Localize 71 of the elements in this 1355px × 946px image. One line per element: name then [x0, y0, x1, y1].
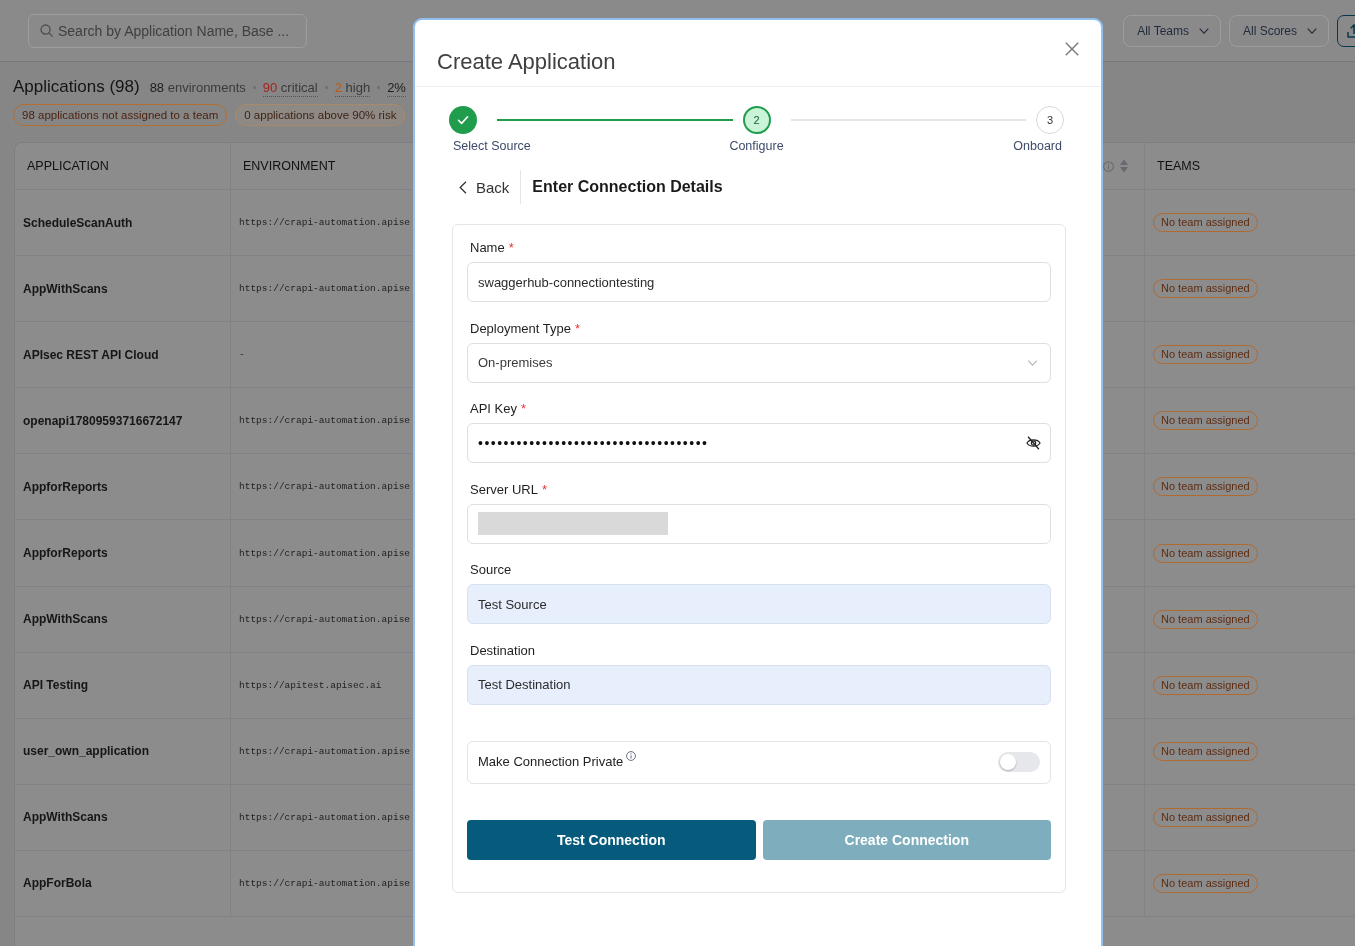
text-field[interactable] — [467, 503, 1051, 544]
field-label: Deployment Type — [470, 320, 571, 337]
step-label: Configure — [729, 138, 784, 154]
text-field[interactable]: Test Destination — [467, 664, 1051, 705]
text-field[interactable]: Test Source — [467, 584, 1051, 625]
filter-dropdown[interactable]: All Scores — [1228, 14, 1329, 47]
application-name: API Testing — [23, 678, 89, 693]
environment-text: https://crapi-automation.apise — [239, 745, 411, 757]
info-icon — [626, 751, 637, 762]
application-name: AppWithScans — [23, 612, 108, 627]
stat-text: 90 critical — [262, 80, 318, 97]
password-field[interactable]: •••••••••••••••••••••••••••••••••••• — [467, 423, 1051, 464]
search-field[interactable]: Search by Application Name, Base ... — [28, 13, 307, 48]
chevron-down-icon — [1307, 27, 1317, 34]
eye-slash-icon[interactable] — [1026, 436, 1041, 451]
environment-text: https://crapi-automation.apise — [239, 415, 411, 427]
required-mark: * — [574, 320, 580, 337]
close-icon — [1065, 42, 1079, 56]
dialog-title: Create Application — [437, 50, 617, 74]
required-mark: * — [508, 240, 514, 256]
chevron-down-icon — [1198, 27, 1209, 34]
environment-text: https://apitest.apisec.ai — [239, 679, 382, 691]
field-label: Destination — [470, 642, 536, 659]
search-icon — [40, 23, 53, 37]
column-header: APPLICATION — [27, 159, 109, 173]
stat-text: 2 high — [334, 80, 371, 97]
summary-badge: 0 applications above 90% risk — [235, 104, 406, 126]
application-name: ScheduleScanAuth — [23, 215, 133, 230]
environment-text: https://crapi-automation.apise — [239, 613, 411, 625]
required-mark: * — [541, 481, 547, 498]
section-title: Enter Connection Details — [532, 178, 723, 196]
step-label: Onboard — [1013, 138, 1062, 154]
stat-text: 2% — [387, 80, 406, 97]
environment-text: https://crapi-automation.apise — [239, 283, 411, 295]
field-label: API Key — [470, 401, 517, 418]
application-name: openapi17809593716672147 — [23, 413, 183, 428]
step-number: 2 — [742, 106, 771, 134]
chevron-down-icon — [1027, 359, 1038, 366]
chevron-left-icon — [459, 180, 467, 194]
application-name: AppforReports — [23, 546, 108, 560]
application-name: AppWithScans — [23, 810, 108, 825]
environment-text: https://crapi-automation.apise — [239, 217, 411, 229]
environment-text: https://crapi-automation.apise — [239, 547, 411, 559]
environment-text: https://crapi-automation.apise — [239, 811, 411, 823]
required-mark: * — [520, 401, 527, 418]
action-button[interactable]: Test Connection — [467, 819, 756, 860]
environment-text: - — [239, 349, 245, 361]
application-name: AppforReports — [23, 479, 108, 494]
field-label: Source — [470, 562, 512, 579]
info-icon — [1103, 160, 1114, 172]
filter-dropdown[interactable]: All Teams — [1123, 14, 1221, 47]
stat-text: 88 environments — [149, 80, 246, 96]
environment-text: https://crapi-automation.apise — [239, 481, 411, 493]
application-name: APIsec REST API Cloud — [23, 347, 159, 362]
environment-text: https://crapi-automation.apise — [239, 878, 411, 889]
column-header: TEAMS — [1157, 159, 1201, 173]
back-button[interactable]: Back — [455, 170, 512, 204]
application-name: AppWithScans — [23, 281, 108, 296]
select-field[interactable]: On-premises — [467, 342, 1051, 383]
setting-label: Make Connection Private — [478, 754, 624, 771]
step-number: 3 — [1036, 106, 1064, 134]
toggle-switch[interactable] — [998, 752, 1040, 773]
field-label: Server URL — [470, 481, 538, 498]
application-name: AppForBola — [23, 876, 92, 891]
application-name: user_own_application — [23, 744, 150, 759]
step-label: Select Source — [453, 138, 531, 154]
text-field[interactable]: swaggerhub-connectiontesting — [467, 262, 1051, 302]
field-label: Name — [470, 240, 505, 256]
column-header: ENVIRONMENT — [243, 159, 336, 173]
close-button[interactable] — [1065, 42, 1079, 56]
page-title: Applications (98) — [13, 76, 140, 98]
